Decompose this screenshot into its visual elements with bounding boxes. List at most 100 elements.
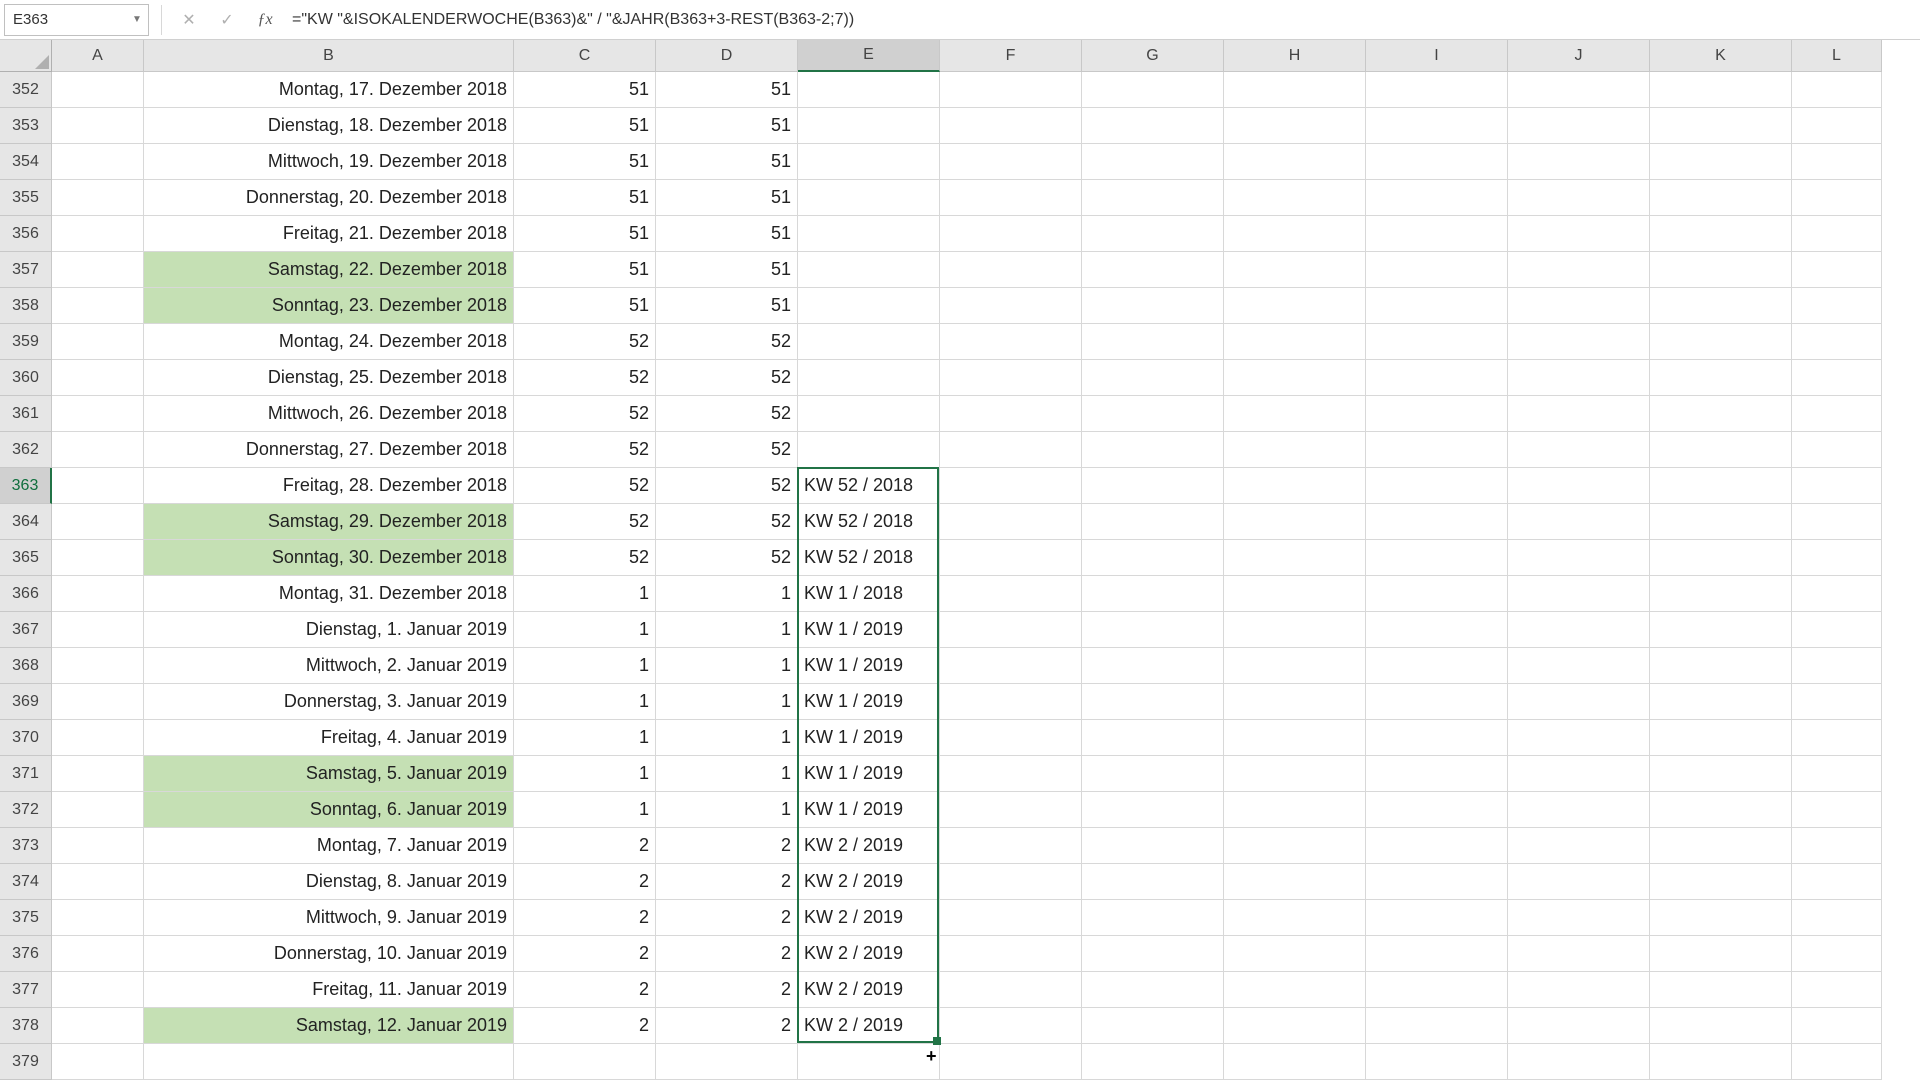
cell-week-d[interactable]: 52 xyxy=(656,360,798,396)
cell[interactable] xyxy=(52,576,144,612)
cell[interactable] xyxy=(1366,360,1508,396)
cell[interactable] xyxy=(1366,972,1508,1008)
cell[interactable] xyxy=(1366,396,1508,432)
cell[interactable] xyxy=(1366,72,1508,108)
row-header[interactable]: 354 xyxy=(0,144,52,180)
cell[interactable] xyxy=(1650,180,1792,216)
cell[interactable] xyxy=(1082,864,1224,900)
cell[interactable] xyxy=(940,756,1082,792)
cell[interactable] xyxy=(1792,468,1882,504)
cell[interactable] xyxy=(1792,180,1882,216)
cell[interactable] xyxy=(1792,360,1882,396)
cell[interactable] xyxy=(1366,1044,1508,1080)
cell[interactable] xyxy=(52,864,144,900)
cell[interactable] xyxy=(1082,360,1224,396)
row-header[interactable]: 359 xyxy=(0,324,52,360)
cell[interactable] xyxy=(52,324,144,360)
cell-week-c[interactable]: 51 xyxy=(514,252,656,288)
cell[interactable] xyxy=(1650,252,1792,288)
cell[interactable] xyxy=(52,72,144,108)
cell-kw[interactable] xyxy=(798,432,940,468)
cell[interactable] xyxy=(1082,540,1224,576)
cell[interactable] xyxy=(1792,144,1882,180)
cell[interactable] xyxy=(1508,108,1650,144)
cell[interactable] xyxy=(940,108,1082,144)
cell[interactable] xyxy=(1508,360,1650,396)
cell[interactable] xyxy=(1082,108,1224,144)
cell[interactable] xyxy=(1224,324,1366,360)
cell[interactable] xyxy=(1366,504,1508,540)
cell-week-d[interactable]: 52 xyxy=(656,324,798,360)
column-header-A[interactable]: A xyxy=(52,40,144,72)
cell-date[interactable]: Donnerstag, 20. Dezember 2018 xyxy=(144,180,514,216)
cell-week-c[interactable]: 1 xyxy=(514,720,656,756)
chevron-down-icon[interactable]: ▼ xyxy=(130,13,144,27)
cell-kw[interactable] xyxy=(798,180,940,216)
cell-week-c[interactable]: 52 xyxy=(514,504,656,540)
cell-week-d[interactable]: 1 xyxy=(656,756,798,792)
row-header[interactable]: 368 xyxy=(0,648,52,684)
cell[interactable] xyxy=(940,216,1082,252)
cell-week-c[interactable]: 52 xyxy=(514,468,656,504)
cell-date[interactable]: Dienstag, 1. Januar 2019 xyxy=(144,612,514,648)
cell[interactable] xyxy=(1366,828,1508,864)
cell-week-d[interactable]: 1 xyxy=(656,720,798,756)
cell[interactable] xyxy=(1082,828,1224,864)
cell-kw[interactable] xyxy=(798,108,940,144)
cell[interactable] xyxy=(1650,504,1792,540)
cell[interactable] xyxy=(1650,144,1792,180)
cell[interactable] xyxy=(1224,936,1366,972)
cell-date[interactable]: Sonntag, 6. Januar 2019 xyxy=(144,792,514,828)
cell[interactable] xyxy=(1650,324,1792,360)
cell[interactable] xyxy=(1224,72,1366,108)
cell[interactable] xyxy=(1082,576,1224,612)
cell[interactable] xyxy=(940,972,1082,1008)
cell-week-c[interactable]: 51 xyxy=(514,72,656,108)
cell[interactable] xyxy=(1650,1044,1792,1080)
row-header[interactable]: 358 xyxy=(0,288,52,324)
cell-week-c[interactable]: 51 xyxy=(514,144,656,180)
cell[interactable] xyxy=(1366,324,1508,360)
cell-date[interactable]: Sonntag, 23. Dezember 2018 xyxy=(144,288,514,324)
cell-week-d[interactable]: 52 xyxy=(656,432,798,468)
cell-date[interactable]: Donnerstag, 3. Januar 2019 xyxy=(144,684,514,720)
row-header[interactable]: 365 xyxy=(0,540,52,576)
cell-kw[interactable] xyxy=(798,144,940,180)
cell[interactable] xyxy=(52,396,144,432)
cell-kw[interactable] xyxy=(798,396,940,432)
cell-week-d[interactable]: 1 xyxy=(656,576,798,612)
cell[interactable] xyxy=(1224,1044,1366,1080)
cell-week-c[interactable]: 2 xyxy=(514,864,656,900)
cell[interactable] xyxy=(1082,144,1224,180)
row-header[interactable]: 371 xyxy=(0,756,52,792)
cell-week-c[interactable]: 2 xyxy=(514,900,656,936)
cell[interactable] xyxy=(1792,900,1882,936)
cell[interactable] xyxy=(1082,972,1224,1008)
cell[interactable] xyxy=(1508,756,1650,792)
cell[interactable] xyxy=(1082,288,1224,324)
cell[interactable] xyxy=(940,900,1082,936)
cell[interactable] xyxy=(1508,792,1650,828)
cell[interactable] xyxy=(1366,252,1508,288)
cell-kw[interactable]: KW 1 / 2019 xyxy=(798,792,940,828)
cell-week-c[interactable]: 2 xyxy=(514,936,656,972)
cell-week-d[interactable]: 51 xyxy=(656,288,798,324)
row-header[interactable]: 375 xyxy=(0,900,52,936)
cell-date[interactable]: Montag, 24. Dezember 2018 xyxy=(144,324,514,360)
cell-date[interactable]: Montag, 17. Dezember 2018 xyxy=(144,72,514,108)
cell-week-d[interactable]: 2 xyxy=(656,828,798,864)
cell-week-c[interactable]: 1 xyxy=(514,756,656,792)
cell[interactable] xyxy=(1508,576,1650,612)
cell[interactable] xyxy=(1224,648,1366,684)
cell[interactable] xyxy=(1224,180,1366,216)
cell[interactable] xyxy=(940,720,1082,756)
cell-week-c[interactable]: 52 xyxy=(514,540,656,576)
cell[interactable] xyxy=(52,360,144,396)
cell[interactable] xyxy=(1650,756,1792,792)
cell[interactable] xyxy=(1650,612,1792,648)
cell[interactable] xyxy=(940,684,1082,720)
cell[interactable] xyxy=(1082,1044,1224,1080)
cell[interactable] xyxy=(1650,936,1792,972)
row-header[interactable]: 369 xyxy=(0,684,52,720)
cell[interactable] xyxy=(1082,936,1224,972)
